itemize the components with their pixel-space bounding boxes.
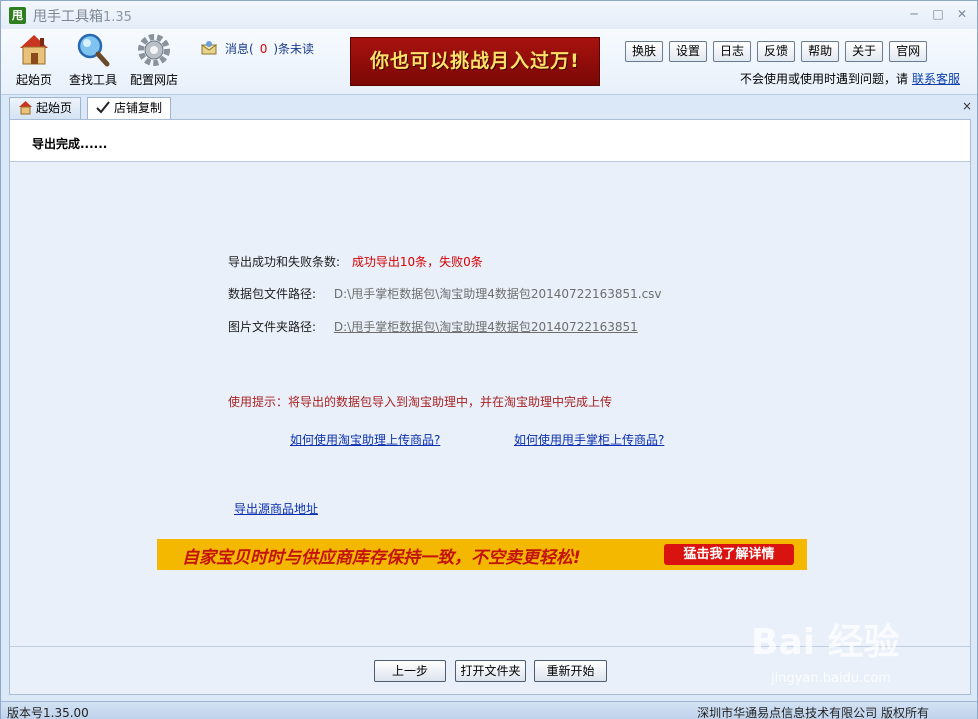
tab-home-label: 起始页 bbox=[36, 101, 73, 115]
window-controls: ─ □ ✕ bbox=[907, 7, 969, 21]
help-line: 不会使用或使用时遇到问题，请 联系客服 bbox=[740, 70, 960, 87]
toolbar: 起始页 查找工具 配置网店 消息(0)条未读 你也可以挑战月入过万! 换肤 … bbox=[1, 29, 977, 95]
version-text: 版本号1.35.00 bbox=[7, 706, 89, 719]
home-icon bbox=[20, 35, 48, 65]
result-row: 导出成功和失败条数: 成功导出10条，失败0条 bbox=[228, 253, 483, 270]
app-title: 甩手工具箱1.35 bbox=[33, 6, 132, 26]
usage-hint: 使用提示：将导出的数据包导入到淘宝助理中，并在淘宝助理中完成上传 bbox=[228, 395, 613, 409]
promo-banner[interactable]: 你也可以挑战月入过万! bbox=[350, 37, 600, 86]
image-folder-label: 图片文件夹路径: bbox=[228, 320, 317, 334]
tab-bar: 起始页 店铺复制 × bbox=[1, 95, 977, 120]
app-logo-icon: 甩 bbox=[9, 7, 26, 24]
app-window: 甩 甩手工具箱1.35 ─ □ ✕ 起始页 查找工具 配置网店 消息(0)条… bbox=[0, 0, 978, 719]
image-folder-link[interactable]: D:\甩手掌柜数据包\淘宝助理4数据包20140722163851 bbox=[334, 320, 638, 334]
help-link-shuaishou-text: 如何使用甩手掌柜上传商品? bbox=[514, 433, 665, 447]
log-button[interactable]: 日志 bbox=[713, 41, 752, 62]
help-link-shuaishou[interactable]: 如何使用甩手掌柜上传商品? bbox=[514, 431, 664, 448]
promo-details-button[interactable]: 猛击我了解详情 bbox=[664, 544, 794, 565]
tool-config[interactable]: 配置网店 bbox=[124, 33, 184, 88]
page-title: 导出完成...... bbox=[32, 137, 108, 151]
minimize-button[interactable]: ─ bbox=[907, 7, 921, 21]
website-button[interactable]: 官网 bbox=[889, 41, 928, 62]
promo-strip[interactable]: 自家宝贝时时与供应商库存保持一致，不空卖更轻松! 猛击我了解详情 bbox=[157, 539, 807, 570]
copyright-text: 深圳市华通易点信息技术有限公司 版权所有 bbox=[697, 706, 929, 719]
skin-button[interactable]: 换肤 bbox=[625, 41, 664, 62]
checkmark-pen-icon bbox=[96, 101, 110, 114]
top-button-group: 换肤 设置 日志 反馈 帮助 关于 官网 bbox=[625, 41, 928, 62]
home-icon bbox=[19, 101, 32, 115]
message-count: 0 bbox=[259, 42, 268, 56]
message-suffix: )条未读 bbox=[273, 42, 315, 56]
watermark-sub: jingyan.baidu.com bbox=[771, 671, 891, 686]
panel-header: 导出完成...... bbox=[10, 120, 970, 162]
message-prefix: 消息( bbox=[225, 42, 254, 56]
restart-button[interactable]: 重新开始 bbox=[534, 660, 607, 682]
help-button[interactable]: 帮助 bbox=[801, 41, 840, 62]
status-bar: 版本号1.35.00 深圳市华通易点信息技术有限公司 版权所有 bbox=[1, 701, 977, 719]
help-text: 不会使用或使用时遇到问题，请 bbox=[739, 72, 908, 86]
open-folder-button[interactable]: 打开文件夹 bbox=[455, 660, 526, 682]
title-bar: 甩 甩手工具箱1.35 ─ □ ✕ bbox=[1, 1, 977, 29]
prev-step-button[interactable]: 上一步 bbox=[374, 660, 446, 682]
tab-shop-copy[interactable]: 店铺复制 bbox=[87, 97, 172, 120]
maximize-button[interactable]: □ bbox=[931, 7, 945, 21]
app-title-text: 甩手工具箱 bbox=[33, 9, 103, 25]
feedback-button[interactable]: 反馈 bbox=[757, 41, 796, 62]
package-path-label: 数据包文件路径: bbox=[228, 287, 317, 301]
envelope-icon bbox=[201, 41, 217, 55]
magnifier-icon bbox=[77, 33, 110, 67]
tool-find[interactable]: 查找工具 bbox=[63, 33, 123, 88]
tool-home[interactable]: 起始页 bbox=[4, 33, 64, 88]
export-source-link[interactable]: 导出源商品地址 bbox=[234, 500, 318, 517]
image-folder-row: 图片文件夹路径: D:\甩手掌柜数据包\淘宝助理4数据包201407221638… bbox=[228, 318, 638, 335]
tab-close-icon[interactable]: × bbox=[962, 99, 972, 113]
result-label: 导出成功和失败条数: bbox=[228, 255, 341, 269]
settings-button[interactable]: 设置 bbox=[669, 41, 708, 62]
tab-home[interactable]: 起始页 bbox=[9, 97, 82, 119]
package-path-value: D:\甩手掌柜数据包\淘宝助理4数据包20140722163851.csv bbox=[333, 287, 662, 301]
package-path-row: 数据包文件路径: D:\甩手掌柜数据包\淘宝助理4数据包201407221638… bbox=[228, 285, 662, 302]
app-version: 1.35 bbox=[103, 10, 132, 25]
promo-text: 自家宝贝时时与供应商库存保持一致，不空卖更轻松! bbox=[182, 548, 581, 568]
help-link-taobao-text: 如何使用淘宝助理上传商品? bbox=[290, 433, 441, 447]
close-button[interactable]: ✕ bbox=[955, 7, 969, 21]
export-panel: 导出完成...... 导出成功和失败条数: 成功导出10条，失败0条 数据包文件… bbox=[9, 119, 971, 695]
contact-support-link[interactable]: 联系客服 bbox=[912, 72, 960, 86]
gear-icon bbox=[138, 34, 170, 66]
tool-home-label: 起始页 bbox=[15, 73, 52, 87]
result-value: 成功导出10条，失败0条 bbox=[351, 255, 483, 269]
message-indicator[interactable]: 消息( 0 )条未读 bbox=[201, 40, 314, 57]
help-link-taobao[interactable]: 如何使用淘宝助理上传商品? bbox=[290, 431, 440, 448]
export-source-link-text: 导出源商品地址 bbox=[234, 502, 319, 516]
tool-find-label: 查找工具 bbox=[68, 73, 117, 87]
tab-shop-copy-label: 店铺复制 bbox=[114, 101, 163, 115]
watermark-main: Bai 经验 bbox=[751, 622, 900, 663]
tool-config-label: 配置网店 bbox=[129, 73, 178, 87]
about-button[interactable]: 关于 bbox=[845, 41, 884, 62]
watermark-logo: Bai 经验 jingyan.baidu.com bbox=[751, 613, 971, 697]
